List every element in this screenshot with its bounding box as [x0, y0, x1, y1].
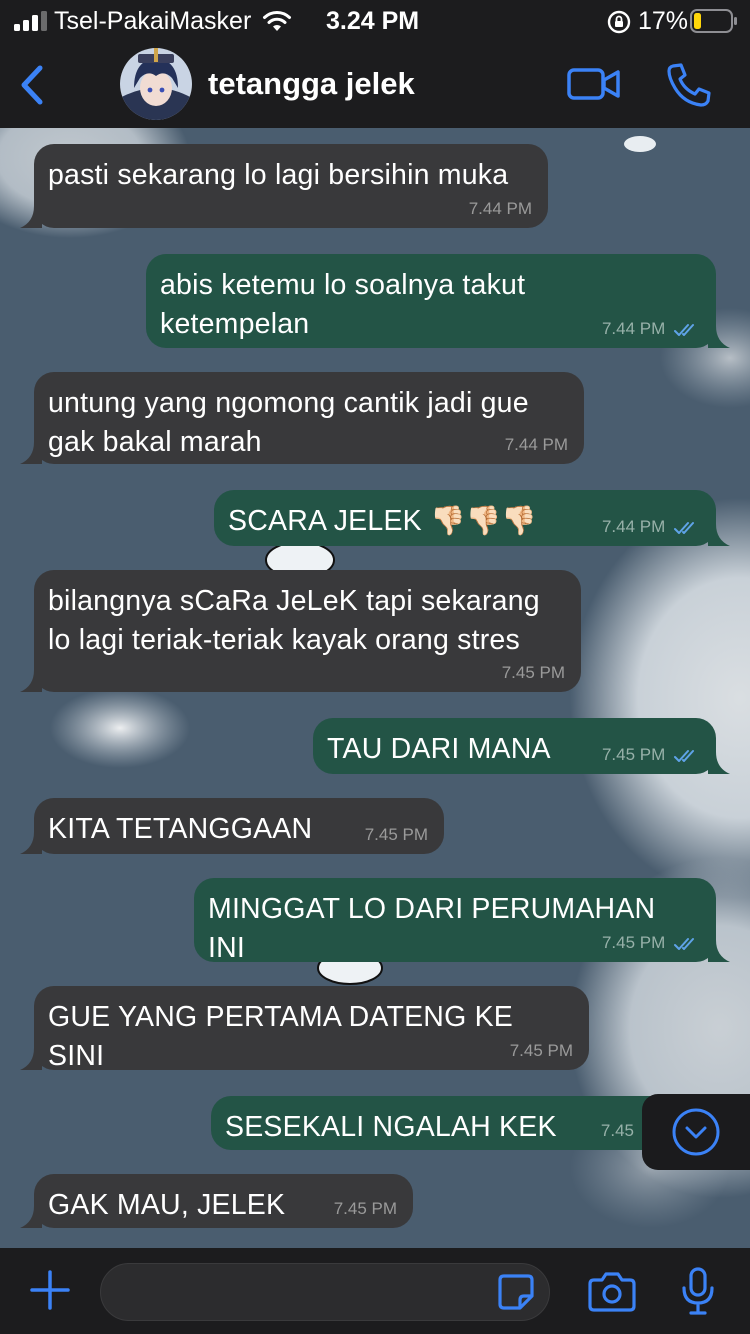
message-time: 7.45 PM: [333, 1199, 397, 1218]
carrier-name: Tsel-PakaiMasker: [54, 7, 252, 35]
bubble-tail: [20, 1048, 42, 1070]
bubble-tail: [20, 1206, 42, 1228]
message-text: untung yang ngomong cantik jadi gue gak …: [48, 387, 529, 458]
battery-percentage: 17%: [638, 7, 689, 35]
message-time: 7.44 PM: [468, 199, 532, 218]
camera-icon[interactable]: [588, 1270, 636, 1312]
message-meta: 7.45 PM: [602, 745, 700, 765]
message-time: 7.45 PM: [501, 663, 565, 682]
double-check-read-icon: [674, 521, 694, 534]
back-chevron-icon[interactable]: [12, 60, 52, 110]
message-text: GUE YANG PERTAMA DATENG KE SINI: [48, 1001, 522, 1072]
message-time: 7.44 PM: [601, 517, 666, 536]
sticker-icon[interactable]: [496, 1272, 536, 1312]
clock: 3.24 PM: [326, 7, 420, 35]
bubble-tail: [20, 206, 42, 228]
message-bubble-incoming[interactable]: GAK MAU, JELEK 7.45 PM: [20, 1174, 413, 1228]
message-time: 7.44 PM: [504, 435, 568, 454]
status-bar: Tsel-PakaiMasker 3.24 PM 17%: [0, 0, 750, 42]
signal-icon: [14, 11, 47, 31]
video-call-icon[interactable]: [566, 64, 622, 104]
avatar[interactable]: [120, 48, 192, 120]
double-check-read-icon: [674, 749, 694, 762]
message-bubble-outgoing[interactable]: abis ketemu lo soalnya takut ketempelan …: [146, 254, 730, 348]
microphone-icon[interactable]: [680, 1266, 716, 1316]
plus-icon[interactable]: [30, 1270, 70, 1310]
phone-call-icon[interactable]: [664, 60, 714, 110]
message-text: pasti sekarang lo lagi bersihin muka: [48, 159, 509, 191]
message-bubble-incoming[interactable]: untung yang ngomong cantik jadi gue gak …: [20, 372, 584, 464]
bubble-tail: [708, 524, 730, 546]
orientation-lock-icon: [607, 10, 631, 34]
message-time: 7.44 PM: [601, 319, 666, 338]
message-meta: 7.44 PM: [602, 517, 700, 537]
chat-header: tetangga jelek: [0, 42, 750, 129]
message-meta: 7.44 PM: [602, 319, 700, 339]
battery-low-icon: [690, 9, 737, 33]
double-check-read-icon: [674, 937, 694, 950]
message-bubble-incoming[interactable]: bilangnya sCaRa JeLeK tapi sekarang lo l…: [20, 570, 581, 692]
message-text: MINGGAT LO DARI PERUMAHAN INI: [208, 893, 664, 964]
message-bubble-incoming[interactable]: GUE YANG PERTAMA DATENG KE SINI 7.45 PM: [20, 986, 589, 1072]
message-bubble-outgoing[interactable]: MINGGAT LO DARI PERUMAHAN INI 7.45 PM: [194, 878, 730, 964]
message-bubble-incoming[interactable]: pasti sekarang lo lagi bersihin muka 7.4…: [20, 144, 548, 228]
message-time: 7.45 PM: [601, 745, 666, 764]
message-meta: 7.45 PM: [602, 933, 700, 953]
bubble-tail: [708, 752, 730, 774]
double-check-read-icon: [674, 323, 694, 336]
scroll-to-bottom-button[interactable]: [642, 1094, 750, 1170]
chevron-down-circle-icon: [672, 1108, 720, 1156]
message-composer: [0, 1248, 750, 1334]
contact-name[interactable]: tetangga jelek: [208, 64, 415, 104]
message-text: bilangnya sCaRa JeLeK tapi sekarang lo l…: [48, 585, 540, 656]
message-time: 7.45 PM: [601, 933, 666, 952]
bubble-tail: [708, 326, 730, 348]
message-input[interactable]: [100, 1263, 550, 1321]
message-time: 7.45 PM: [364, 825, 428, 844]
bubble-tail: [20, 670, 42, 692]
message-bubble-outgoing[interactable]: SESEKALI NGALAH KEK 7.45: [211, 1096, 730, 1150]
chat-area[interactable]: pasti sekarang lo lagi bersihin muka 7.4…: [0, 128, 750, 1248]
message-bubble-incoming[interactable]: KITA TETANGGAAN 7.45 PM: [20, 798, 444, 854]
message-time: 7.45: [600, 1121, 634, 1140]
message-bubble-outgoing[interactable]: TAU DARI MANA 7.45 PM: [313, 718, 730, 774]
wifi-icon: [263, 10, 291, 31]
bubble-tail: [708, 940, 730, 962]
message-bubble-outgoing[interactable]: SCARA JELEK 👎🏻👎🏻👎🏻 7.44 PM: [214, 490, 730, 546]
bubble-tail: [20, 442, 42, 464]
bubble-tail: [20, 832, 42, 854]
message-time: 7.45 PM: [509, 1041, 573, 1060]
